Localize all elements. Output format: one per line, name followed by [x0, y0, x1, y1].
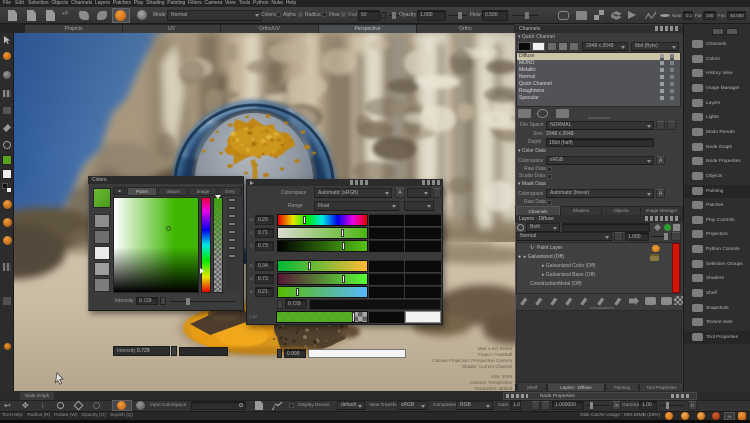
- svg-text:Mari 4.6v1 Demo: Mari 4.6v1 Demo: [478, 346, 513, 351]
- svg-text:Canvas Projection: Perspective: Canvas Projection: Perspective Camera: [432, 358, 512, 363]
- svg-text:Project: PaintBall: Project: PaintBall: [478, 352, 512, 357]
- svg-text:Camera: Perspective: Camera: Perspective: [470, 380, 513, 385]
- svg-text:Size: 2048: Size: 2048: [491, 374, 513, 379]
- svg-text:Shader: Current Channel: Shader: Current Channel: [462, 364, 512, 369]
